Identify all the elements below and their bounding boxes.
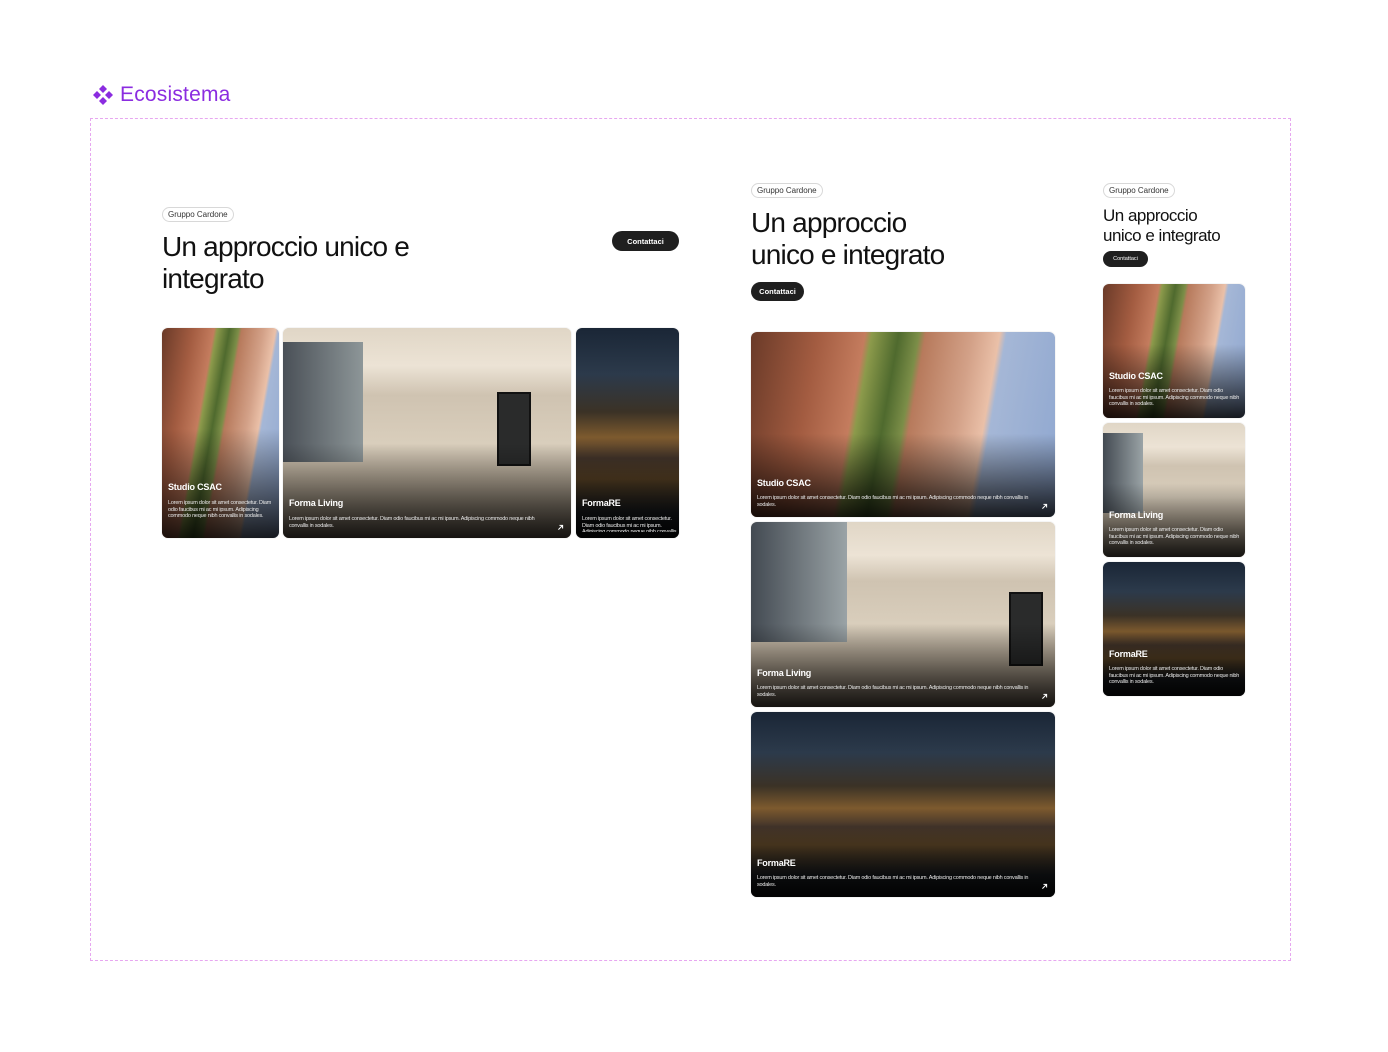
card-title: Forma Living (289, 498, 344, 508)
card-title: FormaRE (1109, 649, 1148, 659)
card-description: Lorem ipsum dolor sit amet consectetur. … (1109, 527, 1240, 547)
card-description: Lorem ipsum dolor sit amet consectetur. … (757, 495, 1029, 508)
card-title: FormaRE (757, 858, 796, 868)
mobile-variant: Gruppo Cardone Un approccio unico e inte… (1103, 183, 1245, 697)
tablet-heading: Un approccio unico e integrato (751, 207, 945, 270)
mobile-tag: Gruppo Cardone (1103, 183, 1175, 198)
card-description: Lorem ipsum dolor sit amet consectetur. … (757, 875, 1029, 888)
mobile-heading: Un approccio unico e integrato (1103, 206, 1221, 245)
card-description: Lorem ipsum dolor sit amet consectetur. … (168, 500, 272, 520)
card-title: Studio CSAC (1109, 371, 1163, 381)
card-forma-living[interactable]: Forma Living Lorem ipsum dolor sit amet … (1103, 423, 1245, 557)
card-description: Lorem ipsum dolor sit amet consectetur. … (757, 685, 1029, 698)
arrow-up-right-icon (1042, 503, 1048, 509)
card-formare[interactable]: FormaRE Lorem ipsum dolor sit amet conse… (751, 712, 1055, 897)
tablet-tag: Gruppo Cardone (751, 183, 823, 198)
tablet-variant: Gruppo Cardone Un approccio unico e inte… (751, 183, 1055, 897)
card-studio-csac[interactable]: Studio CSAC Lorem ipsum dolor sit amet c… (162, 328, 279, 538)
card-description: Lorem ipsum dolor sit amet consectetur. … (289, 516, 535, 529)
card-title: Studio CSAC (168, 482, 222, 492)
card-description: Lorem ipsum dolor sit amet consectetur. … (1109, 388, 1240, 408)
desktop-contact-button[interactable]: Contattaci (612, 231, 679, 251)
card-formare[interactable]: FormaRE Lorem ipsum dolor sit amet conse… (1103, 562, 1245, 696)
frame-title-label: Ecosistema (120, 83, 231, 106)
frame-title: Ecosistema (92, 82, 231, 108)
desktop-heading: Un approccio unico e integrato (162, 231, 410, 294)
card-studio-csac[interactable]: Studio CSAC Lorem ipsum dolor sit amet c… (1103, 284, 1245, 418)
card-title: FormaRE (582, 498, 621, 508)
card-formare[interactable]: FormaRE Lorem ipsum dolor sit amet conse… (576, 328, 679, 538)
desktop-tag: Gruppo Cardone (162, 207, 234, 222)
arrow-up-right-icon (558, 524, 564, 530)
arrow-up-right-icon (1042, 693, 1048, 699)
component-diamond-icon (93, 85, 113, 105)
card-description: Lorem ipsum dolor sit amet consectetur. … (582, 516, 677, 532)
card-title: Studio CSAC (757, 478, 811, 488)
tablet-contact-button[interactable]: Contattaci (751, 282, 804, 301)
desktop-variant: Gruppo Cardone Un approccio unico e inte… (162, 207, 679, 539)
card-forma-living[interactable]: Forma Living Lorem ipsum dolor sit amet … (283, 328, 571, 538)
card-forma-living[interactable]: Forma Living Lorem ipsum dolor sit amet … (751, 522, 1055, 707)
card-title: Forma Living (1109, 510, 1164, 520)
arrow-up-right-icon (1042, 883, 1048, 889)
mobile-contact-button[interactable]: Contattaci (1103, 251, 1148, 267)
card-studio-csac[interactable]: Studio CSAC Lorem ipsum dolor sit amet c… (751, 332, 1055, 517)
card-description: Lorem ipsum dolor sit amet consectetur. … (1109, 666, 1240, 686)
card-title: Forma Living (757, 668, 812, 678)
